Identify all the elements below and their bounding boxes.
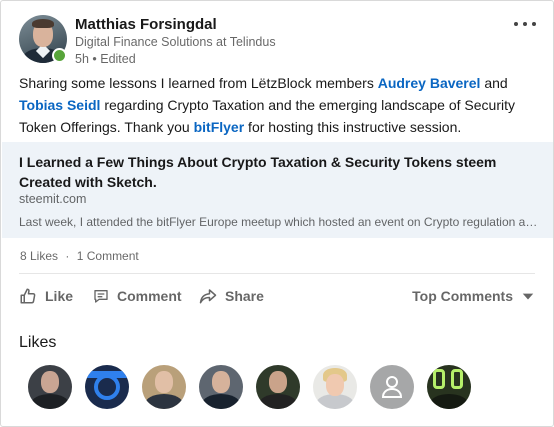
author-headline: Digital Finance Solutions at Telindus (75, 35, 276, 49)
action-bar: Like Comment Share Top Comments (19, 284, 535, 308)
mention-bitflyer[interactable]: bitFlyer (194, 119, 245, 135)
comments-count[interactable]: 1 Comment (77, 249, 139, 263)
share-button[interactable]: Share (199, 284, 264, 308)
liker-avatar[interactable] (427, 365, 471, 409)
post-header: Matthias Forsingdal Digital Finance Solu… (19, 15, 539, 67)
avatar-body (430, 394, 468, 409)
sort-comments-dropdown[interactable]: Top Comments (412, 284, 535, 308)
more-icon (514, 22, 518, 26)
avatar-glow (451, 369, 463, 389)
mention-tobias-seidl[interactable]: Tobias Seidl (19, 97, 100, 113)
counts-separator: · (65, 249, 70, 263)
author-name[interactable]: Matthias Forsingdal (75, 16, 217, 33)
article-title[interactable]: I Learned a Few Things About Crypto Taxa… (19, 152, 519, 192)
liker-avatar[interactable] (142, 365, 186, 409)
more-icon (532, 22, 536, 26)
likers-list (28, 365, 508, 409)
article-preview[interactable]: I Learned a Few Things About Crypto Taxa… (2, 142, 553, 238)
avatar-head (212, 371, 230, 393)
avatar-head (155, 371, 173, 393)
avatar-head (326, 374, 344, 396)
like-label: Like (45, 288, 74, 304)
likes-section-title: Likes (19, 334, 57, 351)
avatar-body (202, 394, 240, 409)
person-placeholder-icon (382, 376, 402, 398)
avatar-ring (94, 374, 120, 400)
comment-button[interactable]: Comment (93, 284, 182, 308)
post-timestamp: 5h • Edited (75, 52, 136, 66)
avatar-body (31, 394, 69, 409)
liker-avatar[interactable] (28, 365, 72, 409)
commentary-text: for hosting this instructive session. (244, 119, 462, 135)
post-commentary: Sharing some lessons I learned from Lëtz… (19, 72, 539, 138)
chevron-down-icon (522, 293, 534, 300)
liker-avatar[interactable] (370, 365, 414, 409)
liker-avatar[interactable] (85, 365, 129, 409)
avatar-head (269, 371, 287, 393)
commentary-text: and (480, 75, 508, 91)
share-label: Share (225, 288, 264, 304)
liker-avatar[interactable] (256, 365, 300, 409)
avatar-hair (32, 19, 54, 28)
comment-label: Comment (117, 288, 182, 304)
commentary-text: Sharing some lessons I learned from Lëtz… (19, 75, 378, 91)
avatar-body (145, 394, 183, 409)
avatar-body (259, 394, 297, 409)
more-icon (523, 22, 527, 26)
avatar-body (316, 394, 354, 409)
article-domain: steemit.com (19, 192, 87, 206)
article-description: Last week, I attended the bitFlyer Europ… (19, 215, 539, 229)
divider (19, 273, 535, 274)
liker-avatar[interactable] (199, 365, 243, 409)
online-status-icon (52, 48, 67, 63)
social-counts: 8 Likes · 1 Comment (20, 249, 139, 263)
like-icon (20, 288, 36, 304)
avatar-head (41, 371, 59, 393)
sort-label: Top Comments (412, 288, 513, 304)
more-options-button[interactable] (513, 17, 539, 31)
comment-icon (94, 290, 108, 303)
liker-avatar[interactable] (313, 365, 357, 409)
share-icon (199, 289, 217, 304)
avatar-glow (433, 369, 445, 389)
likes-count[interactable]: 8 Likes (20, 249, 58, 263)
like-button[interactable]: Like (19, 284, 73, 308)
post-card: Matthias Forsingdal Digital Finance Solu… (0, 0, 554, 427)
mention-audrey-baverel[interactable]: Audrey Baverel (378, 75, 481, 91)
